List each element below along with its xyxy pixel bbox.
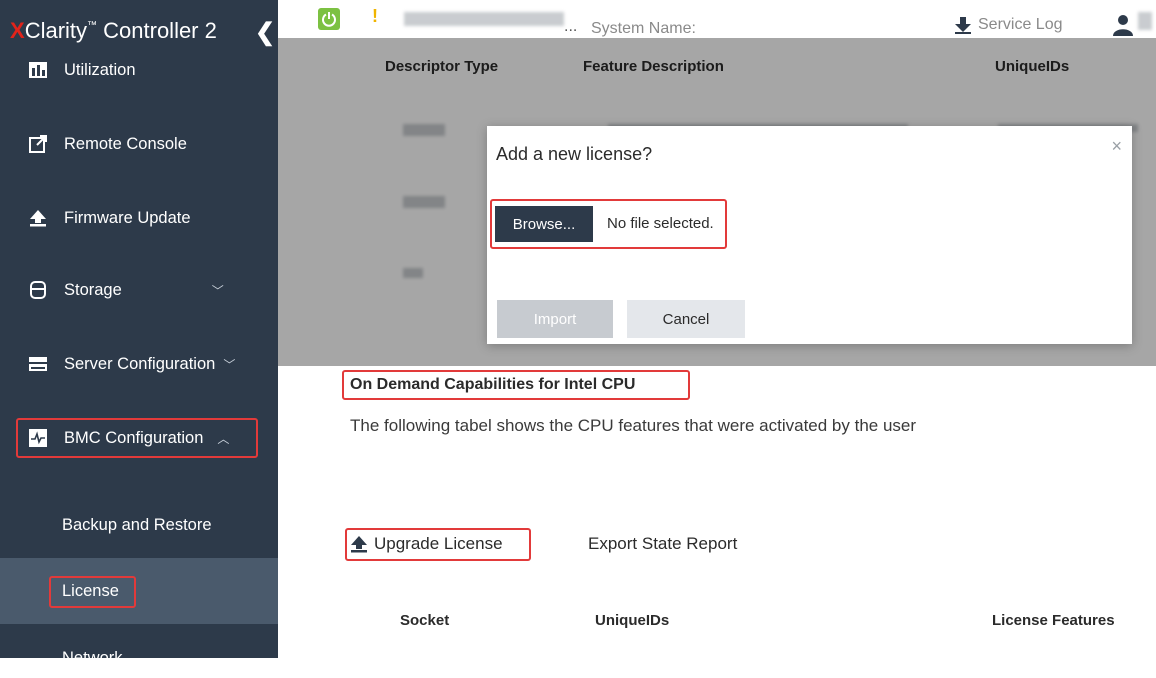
system-name-label: System Name:: [591, 20, 696, 37]
sidebar-item-remote-console[interactable]: Remote Console: [0, 124, 278, 164]
sidebar-item-storage[interactable]: Storage ﹀: [0, 270, 278, 310]
sidebar-item-label: Storage: [64, 280, 122, 299]
brand-logo: XClarity™ Controller 2 ❮: [10, 18, 276, 46]
sidebar-item-backup-restore[interactable]: Backup and Restore: [0, 505, 278, 545]
sidebar-item-label: License: [62, 581, 119, 600]
col-license-features: License Features: [992, 612, 1115, 629]
col-socket: Socket: [400, 612, 450, 629]
browse-button[interactable]: Browse...: [495, 206, 593, 242]
database-icon: [28, 280, 48, 300]
upgrade-license-label: Upgrade License: [374, 534, 503, 553]
redacted-hostname: [404, 12, 564, 26]
upload-icon: [350, 535, 368, 553]
upgrade-license-button[interactable]: Upgrade License: [350, 534, 503, 554]
sidebar: XClarity™ Controller 2 ❮ Utilization Rem…: [0, 0, 278, 667]
sidebar-item-license[interactable]: License: [0, 558, 278, 624]
redacted-username: [1138, 12, 1152, 30]
file-status: No file selected.: [607, 215, 714, 232]
sidebar-item-label: Network: [62, 648, 123, 667]
ellipsis: ...: [564, 18, 578, 35]
import-button[interactable]: Import: [497, 300, 613, 338]
export-state-report-button[interactable]: Export State Report: [588, 534, 737, 554]
chevron-down-icon: ﹀: [223, 357, 236, 372]
user-icon[interactable]: [1112, 14, 1134, 41]
sidebar-item-label: Firmware Update: [64, 208, 191, 227]
dialog-title: Add a new license?: [496, 144, 653, 164]
server-icon: [28, 354, 48, 374]
sidebar-item-network[interactable]: Network: [0, 638, 278, 678]
sidebar-item-label: Server Configuration: [64, 354, 216, 373]
collapse-sidebar-button[interactable]: ❮: [255, 18, 275, 47]
service-log-button[interactable]: Service Log: [954, 16, 1063, 34]
close-icon[interactable]: ×: [1111, 136, 1122, 157]
sidebar-item-label: BMC Configuration: [64, 428, 204, 447]
download-icon: [954, 16, 972, 34]
pulse-icon: [28, 428, 48, 448]
section-description: The following tabel shows the CPU featur…: [350, 416, 917, 435]
add-license-dialog: Add a new license? × Browse... No file s…: [487, 126, 1132, 344]
section-title: On Demand Capabilities for Intel CPU: [350, 376, 636, 393]
service-log-label: Service Log: [978, 16, 1063, 33]
alert-icon[interactable]: !: [372, 6, 378, 27]
upload-icon: [28, 208, 48, 228]
bar-chart-icon: [28, 60, 48, 80]
sidebar-item-server-configuration[interactable]: Server Configuration ﹀: [0, 344, 278, 384]
sidebar-item-utilization[interactable]: Utilization: [0, 50, 278, 90]
sidebar-item-firmware-update[interactable]: Firmware Update: [0, 198, 278, 238]
chevron-down-icon: ﹀: [211, 283, 224, 298]
power-icon[interactable]: [318, 8, 340, 30]
sidebar-item-label: Remote Console: [64, 134, 187, 153]
sidebar-item-bmc-configuration[interactable]: BMC Configuration ︿: [0, 418, 278, 458]
cancel-button[interactable]: Cancel: [627, 300, 745, 338]
col-unique-ids: UniqueIDs: [595, 612, 670, 629]
sidebar-item-label: Utilization: [64, 60, 136, 79]
sidebar-item-label: Backup and Restore: [62, 515, 212, 534]
chevron-up-icon: ︿: [217, 431, 230, 446]
external-window-icon: [28, 134, 48, 154]
